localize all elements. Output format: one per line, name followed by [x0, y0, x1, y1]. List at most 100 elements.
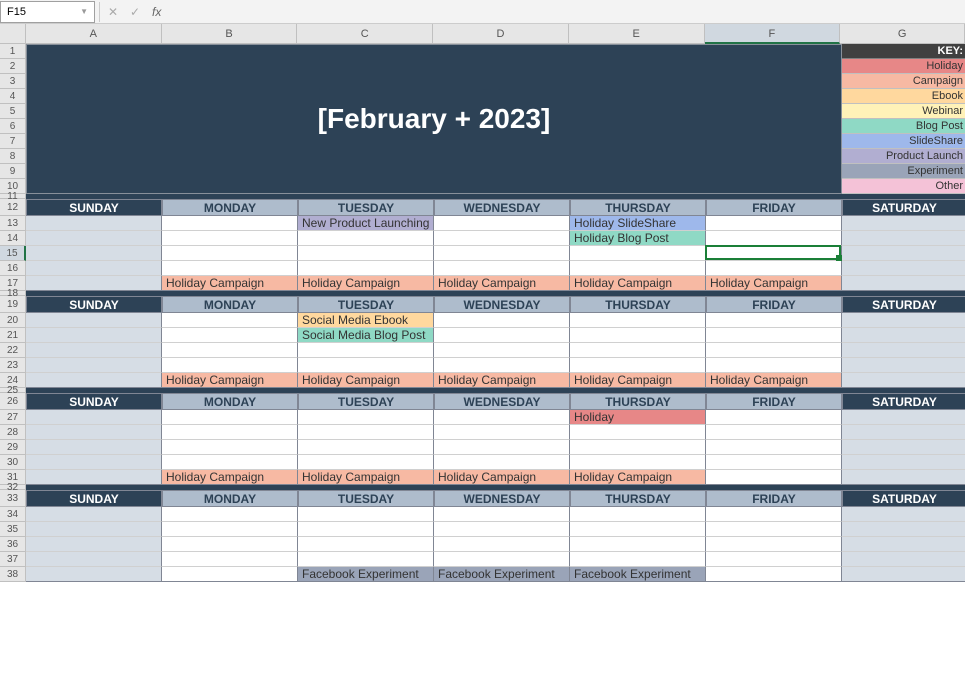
cell[interactable]	[706, 522, 842, 537]
cell[interactable]	[162, 261, 298, 276]
cell[interactable]	[842, 358, 965, 373]
cell[interactable]	[26, 328, 162, 343]
cell[interactable]	[162, 410, 298, 425]
cell[interactable]	[26, 470, 162, 485]
cell[interactable]: Facebook Experiment	[570, 567, 706, 582]
cell[interactable]: Social Media Blog Post	[298, 328, 434, 343]
row-header[interactable]: 14	[0, 231, 26, 246]
cell[interactable]	[434, 507, 570, 522]
cell[interactable]	[570, 440, 706, 455]
cell[interactable]	[842, 231, 965, 246]
cell[interactable]	[706, 552, 842, 567]
cell[interactable]	[434, 313, 570, 328]
cell[interactable]	[26, 507, 162, 522]
row-header[interactable]: 7	[0, 134, 26, 149]
cell[interactable]: New Product Launching	[298, 216, 434, 231]
cell[interactable]	[570, 425, 706, 440]
cell[interactable]	[842, 567, 965, 582]
cell[interactable]: Holiday Campaign	[706, 373, 842, 388]
cell[interactable]	[706, 455, 842, 470]
cell[interactable]	[570, 522, 706, 537]
col-header-a[interactable]: A	[26, 24, 162, 44]
cell[interactable]	[706, 410, 842, 425]
row-header[interactable]: 4	[0, 89, 26, 104]
cell[interactable]	[26, 231, 162, 246]
cell[interactable]	[298, 552, 434, 567]
check-icon[interactable]: ✓	[124, 1, 146, 23]
row-header[interactable]: 35	[0, 522, 26, 537]
cell[interactable]	[26, 261, 162, 276]
cell[interactable]	[26, 522, 162, 537]
cell[interactable]	[298, 425, 434, 440]
cell[interactable]	[570, 246, 706, 261]
row-header[interactable]: 29	[0, 440, 26, 455]
cell[interactable]	[434, 425, 570, 440]
cell[interactable]	[842, 328, 965, 343]
cell[interactable]	[706, 567, 842, 582]
cell[interactable]	[570, 358, 706, 373]
cell[interactable]	[162, 358, 298, 373]
cell[interactable]	[26, 440, 162, 455]
cell[interactable]: Holiday Campaign	[162, 276, 298, 291]
cell[interactable]	[298, 343, 434, 358]
row-header[interactable]: 22	[0, 343, 26, 358]
row-header[interactable]: 26	[0, 393, 26, 410]
cell[interactable]	[842, 373, 965, 388]
cell[interactable]	[706, 425, 842, 440]
cell[interactable]	[162, 246, 298, 261]
cell[interactable]	[706, 216, 842, 231]
cell[interactable]	[842, 425, 965, 440]
col-header-f[interactable]: F	[705, 24, 841, 44]
cell[interactable]	[842, 216, 965, 231]
cell[interactable]	[570, 343, 706, 358]
cell[interactable]	[570, 507, 706, 522]
cell[interactable]	[26, 567, 162, 582]
cell[interactable]	[570, 313, 706, 328]
row-header[interactable]: 30	[0, 455, 26, 470]
row-header[interactable]: 6	[0, 119, 26, 134]
row-header[interactable]: 15	[0, 246, 26, 261]
cell[interactable]	[162, 440, 298, 455]
cell[interactable]	[434, 343, 570, 358]
cell[interactable]: Holiday Campaign	[162, 470, 298, 485]
cell[interactable]	[162, 216, 298, 231]
cell[interactable]	[706, 246, 842, 261]
cell[interactable]	[26, 313, 162, 328]
cell[interactable]	[162, 537, 298, 552]
cell[interactable]	[298, 261, 434, 276]
cell[interactable]	[434, 216, 570, 231]
cell[interactable]	[842, 455, 965, 470]
cell[interactable]	[570, 552, 706, 567]
cell[interactable]	[298, 358, 434, 373]
cell[interactable]	[434, 358, 570, 373]
cell[interactable]	[842, 246, 965, 261]
cell[interactable]	[26, 373, 162, 388]
row-header[interactable]: 37	[0, 552, 26, 567]
cell[interactable]	[842, 537, 965, 552]
cell[interactable]	[842, 507, 965, 522]
cell[interactable]: Holiday Blog Post	[570, 231, 706, 246]
cell[interactable]	[26, 425, 162, 440]
cell[interactable]	[570, 537, 706, 552]
cell[interactable]	[162, 455, 298, 470]
cell[interactable]	[162, 522, 298, 537]
cell[interactable]	[298, 537, 434, 552]
cell[interactable]	[706, 343, 842, 358]
cell[interactable]	[434, 246, 570, 261]
cell[interactable]	[298, 246, 434, 261]
cell[interactable]	[434, 231, 570, 246]
chevron-down-icon[interactable]: ▼	[80, 7, 88, 16]
cell[interactable]: Holiday Campaign	[298, 470, 434, 485]
row-header[interactable]: 3	[0, 74, 26, 89]
cell[interactable]	[706, 328, 842, 343]
cell[interactable]	[434, 537, 570, 552]
cell[interactable]	[842, 343, 965, 358]
row-header[interactable]: 38	[0, 567, 26, 582]
row-header[interactable]: 34	[0, 507, 26, 522]
row-header[interactable]: 9	[0, 164, 26, 179]
cell[interactable]: Holiday Campaign	[434, 276, 570, 291]
cell[interactable]: Holiday Campaign	[706, 276, 842, 291]
cell[interactable]	[26, 246, 162, 261]
cell[interactable]: Holiday Campaign	[570, 276, 706, 291]
fx-icon[interactable]: fx	[152, 5, 161, 19]
